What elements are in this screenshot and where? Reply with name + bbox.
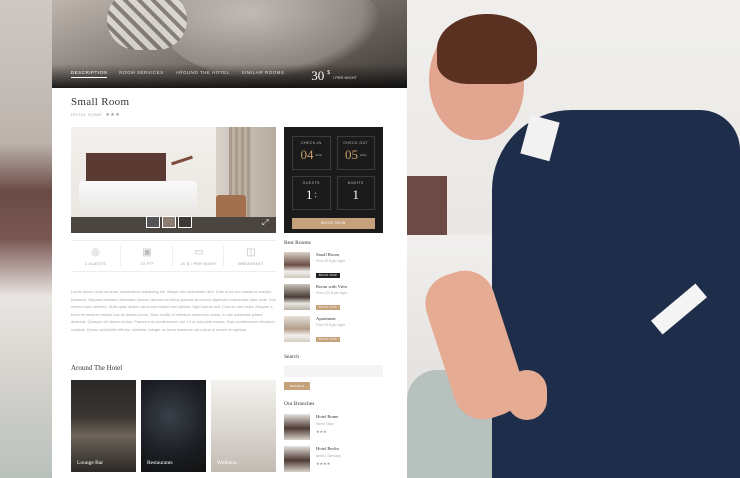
room-tabs: DESCRIPTION ROOM SERVICES AROUND THE HOT…: [71, 70, 284, 78]
tab-description[interactable]: DESCRIPTION: [71, 70, 108, 78]
room-name[interactable]: Apartment: [316, 316, 345, 321]
star-rating: ★★★★: [316, 461, 331, 466]
housekeeper-photo: [407, 0, 740, 478]
size-icon: ▣: [142, 247, 152, 258]
room-price: From 120 $ per night: [316, 291, 347, 295]
room-detail-page: DESCRIPTION ROOM SERVICES AROUND THE HOT…: [52, 0, 407, 478]
amenity-breakfast: ◫ BREAKFAST: [226, 246, 276, 266]
branch-location: Berlin | Germany: [316, 454, 341, 458]
guests-value: 1: [305, 187, 313, 202]
armchair: [216, 195, 246, 219]
tile-lounge-bar[interactable]: Lounge Bar: [71, 380, 136, 472]
tile-wellness[interactable]: Wellness: [211, 380, 276, 472]
best-room-item[interactable]: Room with View From 120 $ per night BOOK…: [284, 284, 383, 310]
background-photo-left: [0, 0, 52, 478]
hair: [437, 14, 537, 84]
room-gallery[interactable]: ⤢: [71, 127, 276, 233]
branch-location: Rome | Italy: [316, 422, 334, 426]
hero-pillow: [107, 0, 187, 50]
room-thumbnail[interactable]: [284, 252, 310, 278]
branch-item[interactable]: Hotel Rome Rome | Italy ★★★: [284, 414, 383, 440]
checkin-month: AUG: [315, 153, 322, 157]
amenity-label: 20 $ / PER NIGHT: [180, 262, 217, 266]
price-amount: 30: [311, 68, 325, 83]
branch-item[interactable]: Hotel Berlin Berlin | Germany ★★★★: [284, 446, 383, 472]
room-thumbnail[interactable]: [284, 316, 310, 342]
room-name[interactable]: Room with View: [316, 284, 347, 289]
branch-thumbnail[interactable]: [284, 414, 310, 440]
search-input[interactable]: [284, 365, 383, 377]
bed-icon: ▭: [194, 247, 204, 258]
checkin-label: CHECK-IN: [300, 141, 322, 145]
search-heading: Search: [284, 354, 299, 360]
around-hotel-tiles: Lounge Bar Restaurants Wellness: [71, 380, 276, 472]
best-rooms-heading: Best Rooms: [284, 240, 311, 246]
tile-label: Lounge Bar: [77, 460, 104, 466]
hotel-subtitle: HOTEL ROME ★★★: [71, 112, 120, 118]
price-per: / PER NIGHT: [332, 75, 357, 80]
hand: [507, 370, 547, 420]
amenity-guests: ◎ 1 GUESTS: [71, 246, 121, 266]
checkout-month: AUG: [359, 153, 367, 157]
amenity-size: ▣ 15 FT²: [123, 246, 173, 266]
room-name[interactable]: Small Room: [316, 252, 345, 257]
tab-similar-rooms[interactable]: SIMILAR ROOMS: [242, 70, 285, 78]
room-amenities: ◎ 1 GUESTS ▣ 15 FT² ▭ 20 $ / PER NIGHT ◫…: [71, 240, 276, 272]
nights-label: NIGHTS: [347, 181, 364, 185]
gallery-thumbnail[interactable]: [146, 216, 160, 228]
wall-lamp: [171, 155, 193, 166]
amenity-label: 1 GUESTS: [84, 262, 107, 266]
book-now-button[interactable]: BOOK NOW: [316, 273, 341, 278]
search-button[interactable]: SEARCH: [284, 382, 310, 390]
hero-banner: DESCRIPTION ROOM SERVICES AROUND THE HOT…: [52, 0, 407, 88]
room-thumbnail[interactable]: [284, 284, 310, 310]
amenity-label: 15 FT²: [140, 262, 154, 266]
around-hotel-heading: Around The Hotel: [71, 364, 123, 372]
guests-label: GUESTS: [302, 181, 320, 185]
checkin-picker[interactable]: CHECK-IN 04 AUG: [292, 136, 331, 170]
nights-stepper[interactable]: NIGHTS 1: [336, 176, 375, 210]
tab-room-services[interactable]: ROOM SERVICES: [119, 70, 163, 78]
checkout-picker[interactable]: CHECK-OUT 05 AUG: [336, 136, 375, 170]
room-price: From 90 $ per night: [316, 323, 345, 327]
guests-icon: ◎: [91, 247, 100, 258]
tile-label: Wellness: [217, 460, 237, 466]
amenity-bed: ▭ 20 $ / PER NIGHT: [174, 246, 225, 266]
nightly-price: 30 $ / PER NIGHT: [311, 69, 357, 82]
book-now-button[interactable]: BOOK NOW: [316, 305, 341, 310]
star-rating: ★★★: [105, 112, 121, 118]
branch-name[interactable]: Hotel Rome: [316, 414, 338, 419]
gallery-thumbnail[interactable]: [162, 216, 176, 228]
room-price: From 30 $ per night: [316, 259, 345, 263]
best-room-item[interactable]: Apartment From 90 $ per night BOOK NOW: [284, 316, 383, 342]
amenity-label: BREAKFAST: [238, 262, 264, 266]
expand-icon[interactable]: ⤢: [262, 219, 270, 227]
page-title: Small Room: [71, 96, 130, 108]
booking-widget: CHECK-IN 04 AUG CHECK-OUT 05 AUG GUESTS …: [284, 127, 383, 233]
gallery-thumbnails: [146, 216, 192, 228]
best-room-item[interactable]: Small Room From 30 $ per night BOOK NOW: [284, 252, 383, 278]
tile-restaurants[interactable]: Restaurants: [141, 380, 206, 472]
checkout-label: CHECK-OUT: [343, 141, 369, 145]
gallery-thumbnail[interactable]: [178, 216, 192, 228]
hotel-name: HOTEL ROME: [71, 112, 103, 117]
bed: [79, 181, 197, 221]
room-description: Lorem ipsum dolor sit amet, consectetur …: [71, 289, 276, 332]
book-now-button[interactable]: BOOK NOW: [292, 218, 375, 229]
tile-label: Restaurants: [147, 460, 173, 466]
sidebar: Best Rooms Small Room From 30 $ per nigh…: [284, 240, 383, 348]
checkin-day: 04: [300, 147, 314, 162]
branch-name[interactable]: Hotel Berlin: [316, 446, 341, 451]
star-rating: ★★★: [316, 429, 327, 434]
breakfast-icon: ◫: [246, 247, 256, 258]
branch-thumbnail[interactable]: [284, 446, 310, 472]
book-now-button[interactable]: BOOK NOW: [316, 337, 341, 342]
stepper-arrows-icon[interactable]: ▴ ▾: [314, 191, 316, 199]
checkout-day: 05: [344, 147, 358, 162]
branches-heading: Our Branches: [284, 401, 315, 407]
price-currency: $: [327, 70, 330, 76]
tab-around-the-hotel[interactable]: AROUND THE HOTEL: [176, 70, 230, 78]
guests-stepper[interactable]: GUESTS 1 ▴ ▾: [292, 176, 331, 210]
nights-value: 1: [352, 187, 360, 202]
